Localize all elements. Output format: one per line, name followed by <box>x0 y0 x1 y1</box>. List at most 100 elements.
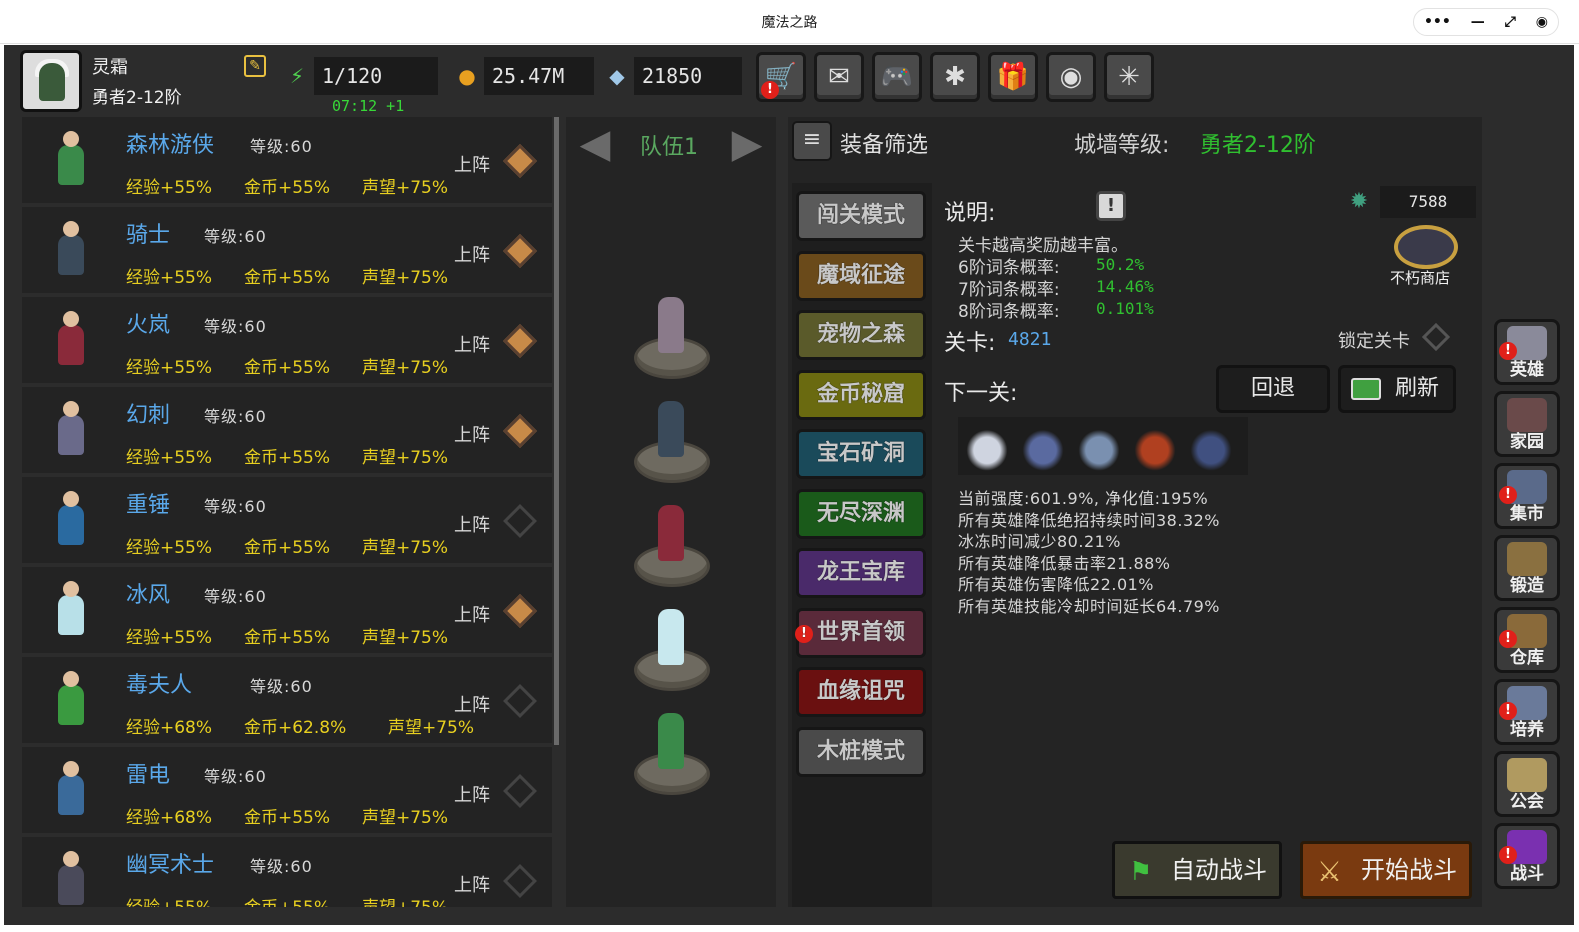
deploy-toggle[interactable] <box>503 504 537 538</box>
deploy-label[interactable]: 上阵 <box>454 511 490 537</box>
mail-button[interactable]: ✉ <box>814 52 864 102</box>
deploy-toggle[interactable] <box>503 234 537 268</box>
power-value: 7588 <box>1380 186 1476 218</box>
nav-chest[interactable]: 仓库! <box>1494 607 1560 673</box>
hero-row[interactable]: 毒夫人 等级:60 经验+68% 金币+62.8% 声望+75% 上阵 <box>22 657 552 743</box>
enemy-sprite <box>1022 425 1064 471</box>
shop-button[interactable]: 🛒! <box>756 52 806 102</box>
mode-button[interactable]: 宝石矿洞 <box>796 429 926 479</box>
hero-name: 毒夫人 <box>126 673 193 698</box>
mode-button[interactable]: 无尽深渊 <box>796 488 926 539</box>
nav-trophy[interactable]: 培养! <box>1494 679 1560 745</box>
nav-market[interactable]: 集市! <box>1494 463 1560 529</box>
deploy-toggle[interactable] <box>503 144 537 178</box>
close-icon[interactable]: ◉ <box>1536 14 1548 30</box>
filter-menu-icon[interactable]: ≡ <box>792 121 832 161</box>
deploy-toggle[interactable] <box>503 864 537 898</box>
wall-level-label: 城墙等级: <box>1074 133 1170 158</box>
hero-row[interactable]: 幽冥术士 等级:60 经验+55% 金币+55% 声望+75% 上阵 <box>22 837 552 907</box>
deploy-label[interactable]: 上阵 <box>454 241 490 267</box>
team-slot[interactable] <box>632 505 712 589</box>
team-prev-button[interactable]: ◀ <box>570 119 620 169</box>
deploy-label[interactable]: 上阵 <box>454 331 490 357</box>
team-hero-sprite <box>658 401 684 457</box>
team-slot[interactable] <box>632 297 712 381</box>
immortal-shop-icon[interactable] <box>1394 225 1458 269</box>
team-slot[interactable] <box>632 609 712 693</box>
hero-row[interactable]: 骑士 等级:60 经验+55% 金币+55% 声望+75% 上阵 <box>22 207 552 293</box>
alert-badge: ! <box>1499 342 1517 360</box>
hero-sprite <box>36 305 106 377</box>
auto-battle-button[interactable]: ⚑ 自动战斗 <box>1112 841 1282 899</box>
deploy-label[interactable]: 上阵 <box>454 781 490 807</box>
window-bottom-edge <box>0 925 1579 932</box>
prob-6-value: 50.2% <box>1096 255 1145 274</box>
deploy-label[interactable]: 上阵 <box>454 871 490 897</box>
player-avatar[interactable] <box>20 50 82 112</box>
deploy-label[interactable]: 上阵 <box>454 151 490 177</box>
restore-icon[interactable]: ⤢ <box>1505 14 1516 30</box>
equipment-filter-label[interactable]: 装备筛选 <box>840 127 928 159</box>
hero-exp-bonus: 经验+68% <box>126 808 213 828</box>
firework-button[interactable]: ✳ <box>1104 52 1154 102</box>
hero-exp-bonus: 经验+55% <box>126 538 213 558</box>
info-icon[interactable]: ! <box>1096 191 1126 221</box>
deploy-label[interactable]: 上阵 <box>454 691 490 717</box>
lock-stage-label[interactable]: 锁定关卡 <box>1338 327 1410 353</box>
edit-icon[interactable]: ✎ <box>244 55 266 77</box>
deploy-toggle[interactable] <box>503 684 537 718</box>
hero-row[interactable]: 幻刺 等级:60 经验+55% 金币+55% 声望+75% 上阵 <box>22 387 552 473</box>
nav-helmet[interactable]: 英雄! <box>1494 319 1560 385</box>
wheel-button[interactable]: ◉ <box>1046 52 1096 102</box>
back-button[interactable]: 回退 <box>1216 365 1330 413</box>
team-slot[interactable] <box>632 401 712 485</box>
mode-button[interactable]: 龙王宝库 <box>796 548 926 598</box>
stage-value: 4821 <box>1008 329 1052 350</box>
minimize-icon[interactable]: — <box>1471 14 1485 30</box>
refresh-button[interactable]: 刷新 <box>1338 365 1456 413</box>
enemy-sprite <box>1134 425 1176 471</box>
nav-portal[interactable]: 战斗! <box>1494 823 1560 889</box>
deploy-toggle[interactable] <box>503 774 537 808</box>
hero-list-scrollbar[interactable] <box>554 117 559 745</box>
mode-button[interactable]: 金币秘窟 <box>796 369 926 420</box>
deploy-toggle[interactable] <box>503 414 537 448</box>
mode-label: 魔域征途 <box>816 262 905 288</box>
immortal-shop-label[interactable]: 不朽商店 <box>1390 267 1450 288</box>
hero-gold-bonus: 金币+55% <box>244 893 330 907</box>
mode-button[interactable]: 血缘诅咒 <box>796 667 926 717</box>
mode-button[interactable]: 木桩模式 <box>796 726 926 777</box>
deploy-label[interactable]: 上阵 <box>454 421 490 447</box>
hero-level: 等级:60 <box>204 407 267 426</box>
hero-row[interactable]: 森林游侠 等级:60 经验+55% 金币+55% 声望+75% 上阵 <box>22 117 552 203</box>
gift-button[interactable]: 🎁 <box>988 52 1038 102</box>
hero-row[interactable]: 火岚 等级:60 经验+55% 金币+55% 声望+75% 上阵 <box>22 297 552 383</box>
hero-row[interactable]: 冰风 等级:60 经验+55% 金币+55% 声望+75% 上阵 <box>22 567 552 653</box>
settings-button[interactable]: ✱ <box>930 52 980 102</box>
team-hero-sprite <box>658 297 684 353</box>
hero-row[interactable]: 重锤 等级:60 经验+55% 金币+55% 声望+75% 上阵 <box>22 477 552 563</box>
gamepad-button[interactable]: 🎮 <box>872 52 922 102</box>
mode-button[interactable]: 宠物之森 <box>796 310 926 360</box>
hero-row[interactable]: 雷电 等级:60 经验+68% 金币+55% 声望+75% 上阵 <box>22 747 552 833</box>
energy-icon: ⚡ <box>289 64 305 88</box>
mode-button[interactable]: 魔域征途 <box>796 250 926 301</box>
mode-label: 世界首领 <box>816 619 905 645</box>
deploy-toggle[interactable] <box>503 324 537 358</box>
hero-sprite <box>36 395 106 467</box>
hero-gold-bonus: 金币+55% <box>244 538 331 558</box>
crossed-swords-icon: ⚔ <box>1317 855 1343 888</box>
player-rank: 勇者2-12阶 <box>92 88 182 108</box>
nav-anvil[interactable]: 锻造 <box>1494 535 1560 601</box>
stage-effect-line: 冰冻时间减少80.21% <box>958 532 1122 551</box>
more-icon[interactable]: ••• <box>1424 14 1451 30</box>
deploy-toggle[interactable] <box>503 594 537 628</box>
start-battle-button[interactable]: ⚔ 开始战斗 <box>1300 841 1472 899</box>
team-slot[interactable] <box>632 713 712 797</box>
nav-guild[interactable]: 公会 <box>1494 751 1560 817</box>
mode-button[interactable]: 世界首领! <box>795 607 926 658</box>
team-next-button[interactable]: ▶ <box>722 119 772 169</box>
mode-button[interactable]: 闯关模式 <box>796 191 926 241</box>
deploy-label[interactable]: 上阵 <box>454 601 490 627</box>
nav-castle[interactable]: 家园 <box>1494 391 1560 457</box>
